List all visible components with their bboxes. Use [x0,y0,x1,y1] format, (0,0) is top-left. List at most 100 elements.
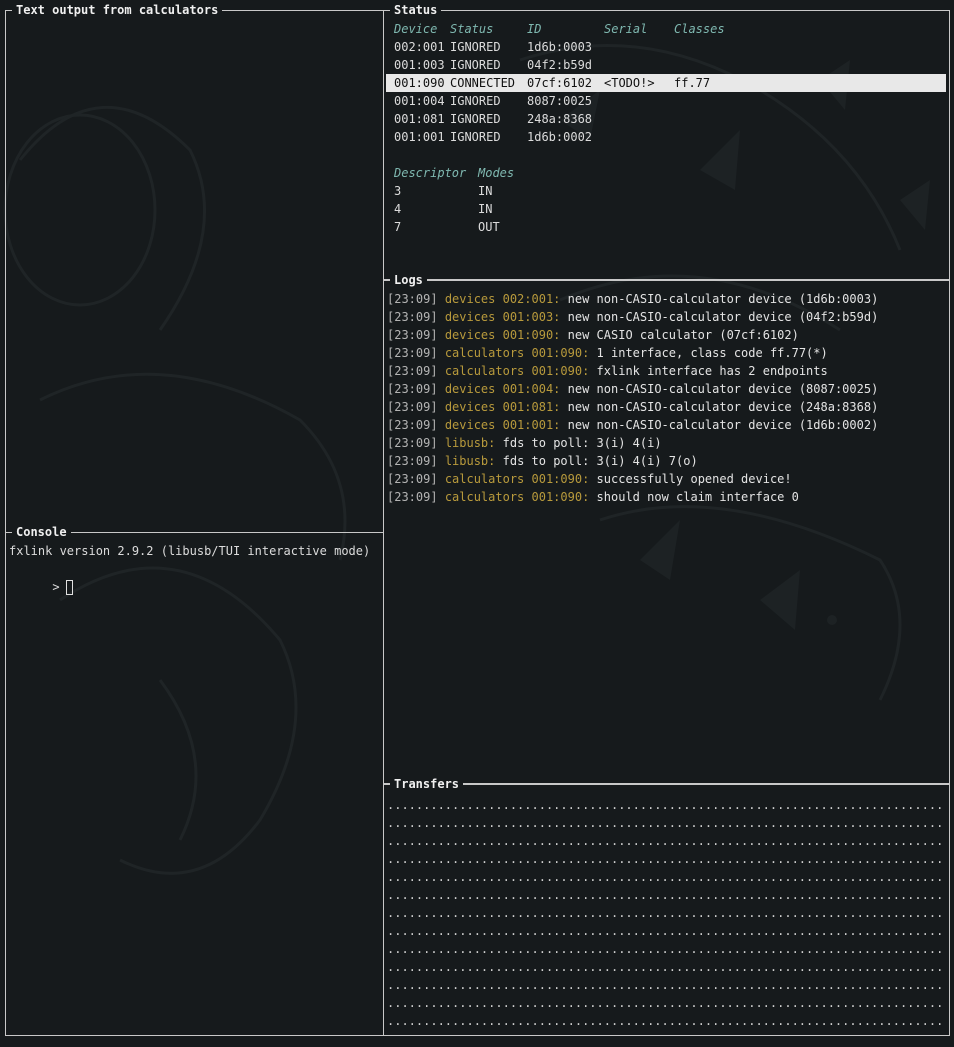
transfer-row: ........................................… [387,906,946,920]
device-row[interactable]: 001:004 IGNORED 8087:0025 [386,92,946,110]
transfer-row: ........................................… [387,1014,946,1028]
log-timestamp: [23:09] [387,454,438,468]
device-status-cell: IGNORED [450,130,501,144]
log-source: calculators 001:090: [444,490,590,504]
descriptor-mode-cell: IN [478,184,493,198]
log-line: [23:09] devices 001:003: new non-CASIO-c… [387,308,946,326]
log-message: new non-CASIO-calculator device (1d6b:00… [567,418,879,432]
descriptor-table: Descriptor Modes 3 IN 4 IN 7 OUT [386,164,946,236]
log-message: fxlink interface has 2 endpoints [596,364,828,378]
log-timestamp: [23:09] [387,472,438,486]
text-output-panel: Text output from calculators [5,2,384,533]
device-status-cell: IGNORED [450,112,501,126]
log-source: libusb: [444,454,496,468]
device-device-cell: 001:081 [394,112,445,126]
header-modes: Modes [478,166,515,180]
log-timestamp: [23:09] [387,382,438,396]
log-line: [23:09] devices 001:090: new CASIO calcu… [387,326,946,344]
device-device-cell: 002:001 [394,40,445,54]
header-device: Device [394,22,438,36]
device-id-cell: 04f2:b59d [527,58,593,72]
log-line: [23:09] libusb: fds to poll: 3(i) 4(i) [387,434,946,452]
console-title: Console [12,524,71,540]
transfer-list: ........................................… [387,796,946,1030]
log-timestamp: [23:09] [387,418,438,432]
log-timestamp: [23:09] [387,400,438,414]
log-line: [23:09] calculators 001:090: should now … [387,488,946,506]
transfers-panel: Transfers ..............................… [383,776,950,1036]
descriptor-id-cell: 7 [394,220,402,234]
status-title: Status [390,2,442,18]
descriptor-mode-cell: OUT [478,220,500,234]
device-status-cell: IGNORED [450,58,501,72]
transfer-row: ........................................… [387,870,946,884]
descriptor-row: 3 IN [386,182,946,200]
device-id-cell: 8087:0025 [527,94,593,108]
log-source: devices 001:003: [444,310,561,324]
console-panel[interactable]: Console fxlink version 2.9.2 (libusb/TUI… [5,524,384,1036]
device-row[interactable]: 001:090 CONNECTED 07cf:6102 <TODO!> ff.77 [386,74,946,92]
log-source: calculators 001:090: [444,346,590,360]
log-line: [23:09] calculators 001:090: 1 interface… [387,344,946,362]
device-row[interactable]: 001:001 IGNORED 1d6b:0002 [386,128,946,146]
descriptor-id-cell: 4 [394,202,402,216]
descriptor-row: 4 IN [386,200,946,218]
log-line: [23:09] devices 002:001: new non-CASIO-c… [387,290,946,308]
log-source: devices 001:001: [444,418,561,432]
device-classes-cell: ff.77 [674,76,711,90]
header-descriptor: Descriptor [394,166,467,180]
log-line: [23:09] devices 001:081: new non-CASIO-c… [387,398,946,416]
device-status-cell: CONNECTED [450,76,516,90]
console-cursor[interactable] [65,580,73,595]
log-message: 1 interface, class code ff.77(*) [596,346,828,360]
log-source: devices 001:081: [444,400,561,414]
log-timestamp: [23:09] [387,436,438,450]
transfer-row: ........................................… [387,834,946,848]
log-message: fds to poll: 3(i) 4(i) [502,436,662,450]
log-list: [23:09] devices 002:001: new non-CASIO-c… [387,290,946,506]
descriptor-row: 7 OUT [386,218,946,236]
log-message: successfully opened device! [596,472,792,486]
log-line: [23:09] calculators 001:090: successfull… [387,470,946,488]
log-message: new non-CASIO-calculator device (248a:83… [567,400,879,414]
log-message: new CASIO calculator (07cf:6102) [567,328,799,342]
transfer-row: ........................................… [387,888,946,902]
transfers-title: Transfers [390,776,464,792]
log-source: calculators 001:090: [444,364,590,378]
header-id: ID [527,22,542,36]
logs-panel: Logs [23:09] devices 002:001: new non-CA… [383,272,950,784]
console-prompt-line[interactable]: > [9,560,370,595]
console-version-line: fxlink version 2.9.2 (libusb/TUI interac… [9,544,371,558]
descriptor-table-header: Descriptor Modes [386,164,946,182]
device-row[interactable]: 001:003 IGNORED 04f2:b59d [386,56,946,74]
log-source: devices 002:001: [444,292,561,306]
device-status-cell: IGNORED [450,40,501,54]
transfer-row: ........................................… [387,996,946,1010]
log-timestamp: [23:09] [387,310,438,324]
device-serial-cell: <TODO!> [604,76,655,90]
transfer-row: ........................................… [387,924,946,938]
log-line: [23:09] devices 001:004: new non-CASIO-c… [387,380,946,398]
device-device-cell: 001:003 [394,58,445,72]
header-classes: Classes [674,22,725,36]
header-serial: Serial [604,22,648,36]
log-message: new non-CASIO-calculator device (8087:00… [567,382,879,396]
device-row[interactable]: 002:001 IGNORED 1d6b:0003 [386,38,946,56]
transfer-row: ........................................… [387,798,946,812]
device-device-cell: 001:090 [394,76,445,90]
device-device-cell: 001:001 [394,130,445,144]
transfer-row: ........................................… [387,978,946,992]
device-id-cell: 1d6b:0002 [527,130,593,144]
device-status-cell: IGNORED [450,94,501,108]
transfer-row: ........................................… [387,960,946,974]
log-message: fds to poll: 3(i) 4(i) 7(o) [502,454,698,468]
device-row[interactable]: 001:081 IGNORED 248a:8368 [386,110,946,128]
log-source: calculators 001:090: [444,472,590,486]
log-timestamp: [23:09] [387,328,438,342]
text-output-title: Text output from calculators [12,2,223,18]
log-line: [23:09] libusb: fds to poll: 3(i) 4(i) 7… [387,452,946,470]
device-id-cell: 248a:8368 [527,112,593,126]
device-id-cell: 1d6b:0003 [527,40,593,54]
header-status: Status [450,22,494,36]
transfer-row: ........................................… [387,942,946,956]
